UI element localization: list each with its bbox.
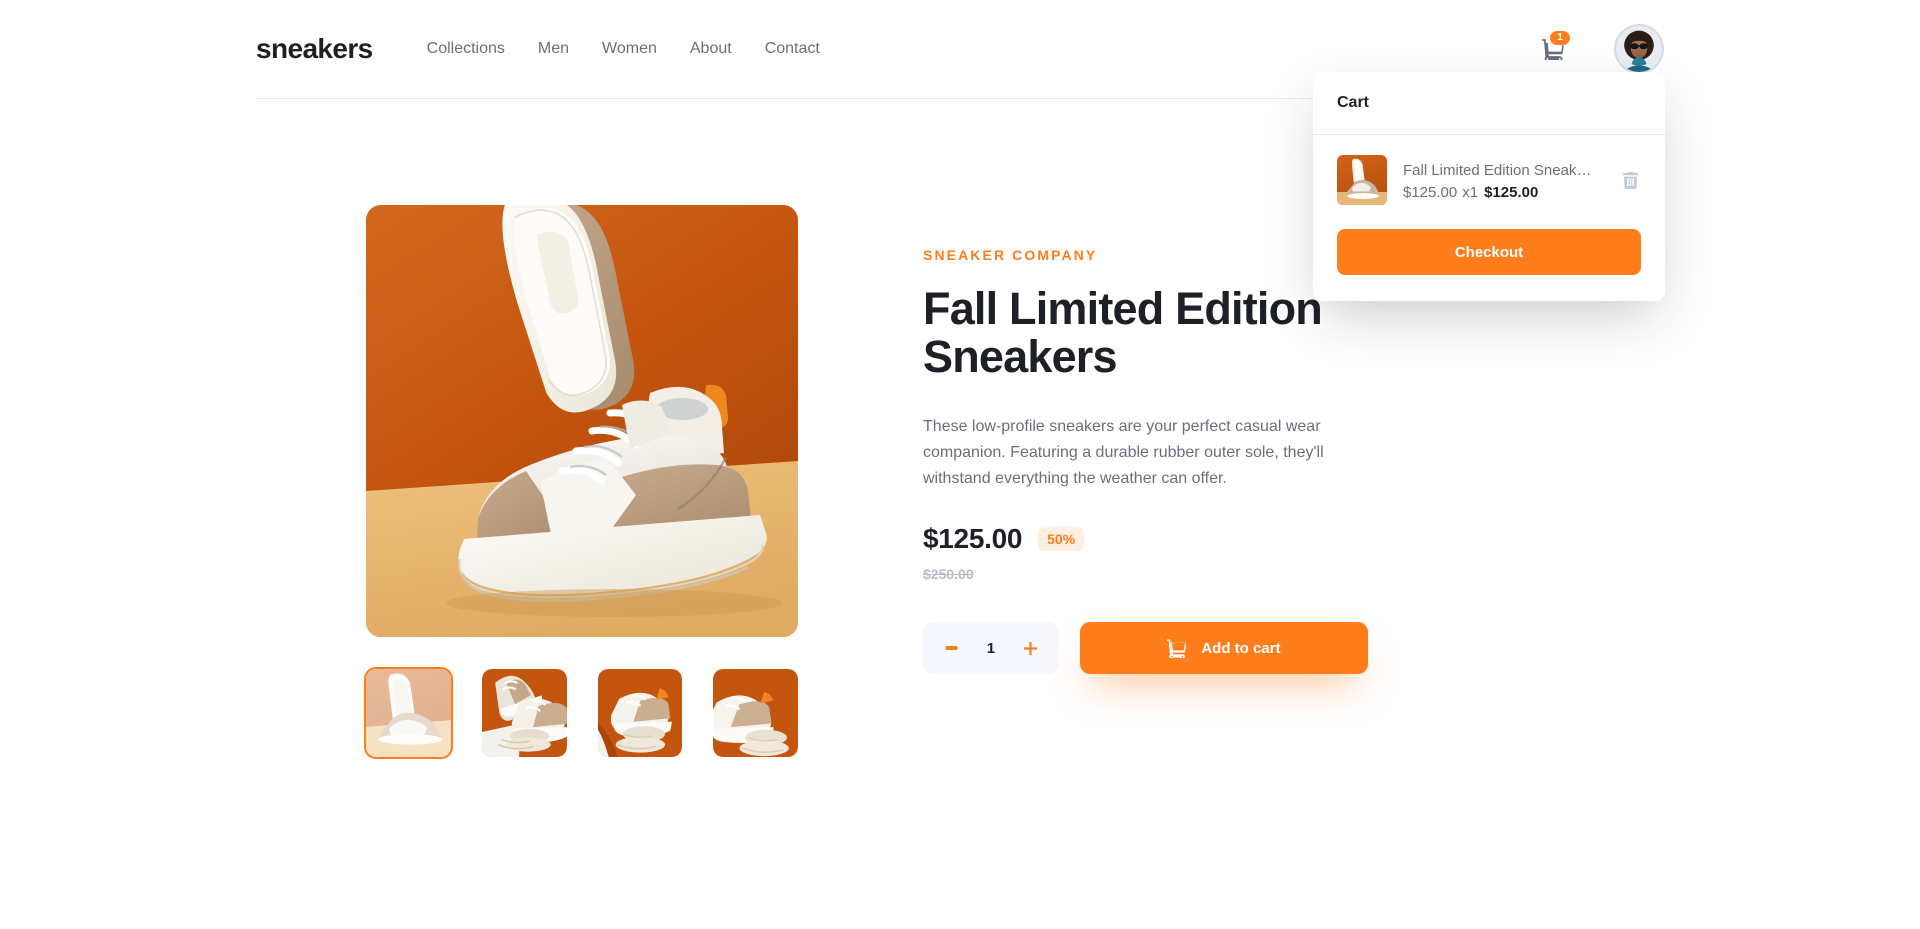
- thumbnail-1[interactable]: [364, 667, 453, 759]
- add-to-cart-label: Add to cart: [1201, 639, 1281, 657]
- cart-item-info: Fall Limited Edition Sneakers $125.00 x1 $…: [1403, 160, 1597, 201]
- product-title: Fall Limited Edition Sneakers: [923, 283, 1323, 383]
- thumbnail-3[interactable]: [597, 669, 683, 757]
- cart-panel-body: Fall Limited Edition Sneakers $125.00 x1 $…: [1313, 135, 1665, 301]
- plus-icon: [1024, 641, 1038, 655]
- sneaker-hero-image: [366, 205, 798, 637]
- sneaker-thumb-4: [713, 669, 798, 757]
- trash-icon: [1622, 171, 1638, 189]
- quantity-value: 1: [986, 639, 996, 657]
- cart-badge: 1: [1550, 31, 1570, 45]
- thumbnail-4-image: [713, 669, 798, 757]
- cart-dropdown-panel: Cart Fall Limited Edition Sneakers $125.…: [1313, 72, 1665, 301]
- site-logo[interactable]: sneakers: [256, 33, 373, 65]
- thumbnail-2[interactable]: [481, 669, 567, 757]
- cart-item-unit-price: $125.00: [1403, 183, 1458, 201]
- cart-item-thumbnail: [1337, 155, 1387, 205]
- header-actions: 1: [1538, 24, 1664, 74]
- thumbnail-4[interactable]: [713, 669, 798, 757]
- cart-panel-header: Cart: [1313, 72, 1665, 135]
- product-description: These low-profile sneakers are your perf…: [923, 418, 1324, 488]
- cart-item-delete-button[interactable]: [1619, 169, 1641, 191]
- product-thumbnail-row: [364, 667, 798, 759]
- product-brand: Sneaker Company: [923, 247, 1098, 263]
- product-main-image[interactable]: [366, 205, 798, 637]
- price-current: $125.00: [923, 523, 1023, 554]
- nav-item-women[interactable]: Women: [602, 2, 657, 96]
- cart-panel-title: Cart: [1337, 94, 1370, 111]
- cart-item-pricing: $125.00 x1 $125.00: [1403, 184, 1597, 201]
- quantity-decrement-button[interactable]: [942, 636, 960, 660]
- thumbnail-3-image: [597, 669, 683, 757]
- nav-item-about[interactable]: About: [690, 2, 732, 96]
- checkout-button[interactable]: Checkout: [1337, 229, 1641, 275]
- user-avatar[interactable]: [1614, 24, 1664, 74]
- cart-item-name: Fall Limited Edition Sneakers: [1403, 161, 1597, 179]
- nav-item-men[interactable]: Men: [538, 2, 569, 96]
- cart-icon: [1167, 638, 1187, 658]
- sneaker-thumb-2: [481, 669, 567, 757]
- price-row: $125.00 50%: [923, 523, 1368, 555]
- purchase-row: 1 Add to cart: [923, 622, 1368, 674]
- product-gallery: [364, 205, 798, 759]
- sneaker-thumb-1: [366, 669, 451, 757]
- sneaker-thumb-3: [597, 669, 683, 757]
- cart-toggle-button[interactable]: 1: [1538, 31, 1570, 64]
- price-original: $250.00: [923, 566, 974, 582]
- discount-badge: 50%: [1038, 526, 1085, 552]
- add-to-cart-button[interactable]: Add to cart: [1079, 622, 1368, 674]
- sneaker-thumbnail-image: [1337, 155, 1387, 205]
- quantity-stepper: 1: [923, 622, 1059, 674]
- thumbnail-2-image: [481, 669, 567, 757]
- quantity-increment-button[interactable]: [1022, 636, 1040, 660]
- cart-item-line-total: $125.00: [1484, 183, 1539, 201]
- cart-item-quantity: x1: [1462, 183, 1479, 201]
- minus-icon: [945, 646, 957, 650]
- cart-item: Fall Limited Edition Sneakers $125.00 x1 $…: [1337, 155, 1641, 205]
- thumbnail-1-image: [366, 669, 451, 757]
- nav-item-collections[interactable]: Collections: [427, 2, 505, 96]
- product-details: Sneaker Company Fall Limited Edition Sne…: [923, 205, 1368, 674]
- nav-item-contact[interactable]: Contact: [765, 2, 820, 96]
- avatar-image: [1616, 26, 1662, 72]
